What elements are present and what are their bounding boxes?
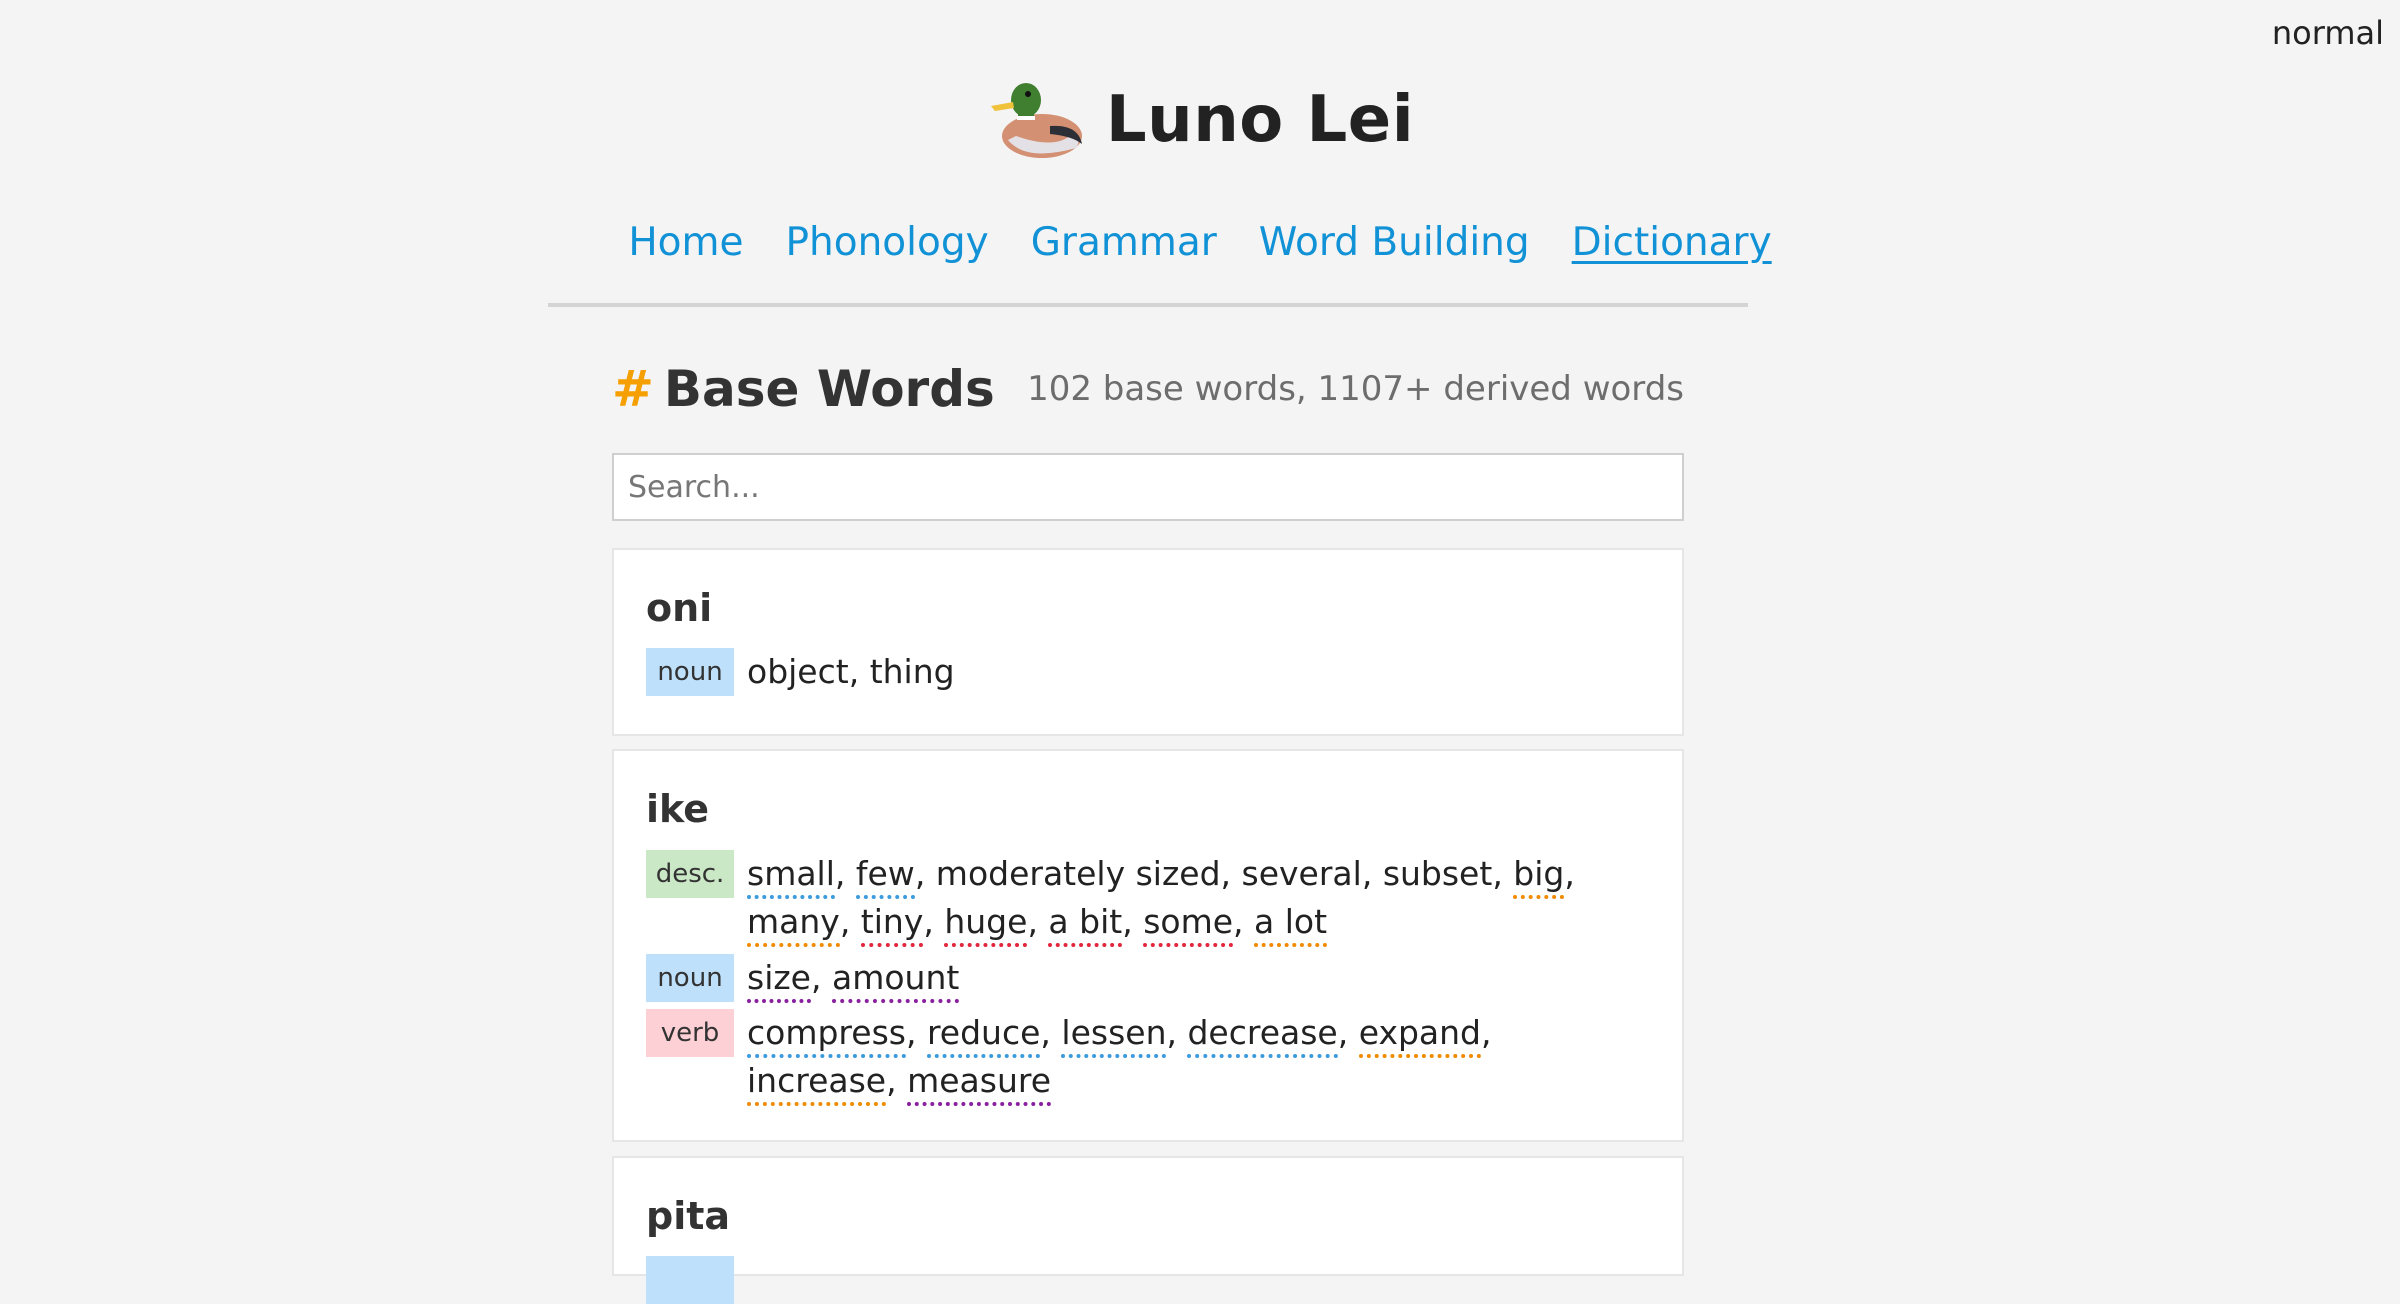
- site-title: Luno Lei: [1105, 83, 1415, 157]
- pos-tag-noun: noun: [646, 648, 734, 696]
- search-input[interactable]: [612, 453, 1684, 521]
- gloss-link[interactable]: size: [747, 958, 811, 1003]
- entry-word: pita: [646, 1194, 731, 1238]
- sense-row: desc. small, few, moderately sized, seve…: [646, 850, 1646, 947]
- nav-home[interactable]: Home: [628, 220, 743, 265]
- gloss-link[interactable]: some: [1143, 902, 1234, 947]
- pos-tag-desc: desc.: [646, 850, 734, 898]
- gloss-link[interactable]: compress: [747, 1013, 906, 1058]
- gloss-link[interactable]: increase: [747, 1061, 887, 1106]
- entry-card-ike: ike desc. small, few, moderately sized, …: [612, 749, 1684, 1142]
- site-header: Luno Lei: [0, 78, 2400, 162]
- gloss-link[interactable]: reduce: [926, 1013, 1041, 1058]
- entry-word: ike: [646, 787, 710, 831]
- entry-card-oni: oni noun object, thing: [612, 548, 1684, 736]
- gloss: moderately sized: [935, 854, 1221, 893]
- gloss-link[interactable]: small: [747, 854, 835, 899]
- gloss-link[interactable]: a lot: [1254, 902, 1328, 947]
- nav-phonology[interactable]: Phonology: [785, 220, 988, 265]
- pos-tag-noun: noun: [646, 954, 734, 1002]
- section-header: # Base Words 102 base words, 1107+ deriv…: [612, 360, 1684, 418]
- gloss-link[interactable]: huge: [944, 902, 1028, 947]
- gloss-link[interactable]: measure: [907, 1061, 1052, 1106]
- entry-word: oni: [646, 586, 713, 630]
- gloss: subset: [1382, 854, 1493, 893]
- gloss: object: [747, 652, 849, 691]
- sense-row: [646, 1256, 1646, 1304]
- gloss-link[interactable]: a bit: [1048, 902, 1123, 947]
- gloss-link[interactable]: many: [747, 902, 840, 947]
- gloss-link[interactable]: tiny: [860, 902, 924, 947]
- gloss-list: size, amount: [747, 954, 1607, 1003]
- entry-card-pita: pita: [612, 1156, 1684, 1304]
- gloss-list: object, thing: [747, 648, 1607, 696]
- gloss: several: [1241, 854, 1362, 893]
- sense-row: noun object, thing: [646, 648, 1646, 696]
- gloss-link[interactable]: big: [1513, 854, 1565, 899]
- nav-divider: [548, 303, 1748, 307]
- word-count-stats: 102 base words, 1107+ derived words: [1027, 369, 1684, 409]
- sense-row: verb compress, reduce, lessen, decrease,…: [646, 1009, 1646, 1106]
- pos-tag: [646, 1256, 734, 1304]
- gloss-link[interactable]: decrease: [1187, 1013, 1338, 1058]
- section-title: Base Words: [663, 360, 995, 418]
- duck-icon: [990, 83, 1082, 158]
- gloss-link[interactable]: lessen: [1061, 1013, 1167, 1058]
- gloss-list: small, few, moderately sized, several, s…: [747, 850, 1607, 947]
- pos-tag-verb: verb: [646, 1009, 734, 1057]
- gloss: thing: [869, 652, 955, 691]
- gloss-link[interactable]: amount: [831, 958, 960, 1003]
- nav-word-building[interactable]: Word Building: [1259, 220, 1530, 265]
- nav-dictionary[interactable]: Dictionary: [1572, 220, 1772, 265]
- anchor-link[interactable]: #: [612, 360, 654, 418]
- sense-row: noun size, amount: [646, 954, 1646, 1003]
- gloss-list: compress, reduce, lessen, decrease, expa…: [747, 1009, 1607, 1106]
- nav-grammar[interactable]: Grammar: [1031, 220, 1217, 265]
- main-nav: Home Phonology Grammar Word Building Dic…: [0, 220, 2400, 265]
- theme-mode-toggle[interactable]: normal: [2272, 14, 2384, 52]
- gloss-link[interactable]: few: [855, 854, 915, 899]
- gloss-link[interactable]: expand: [1358, 1013, 1482, 1058]
